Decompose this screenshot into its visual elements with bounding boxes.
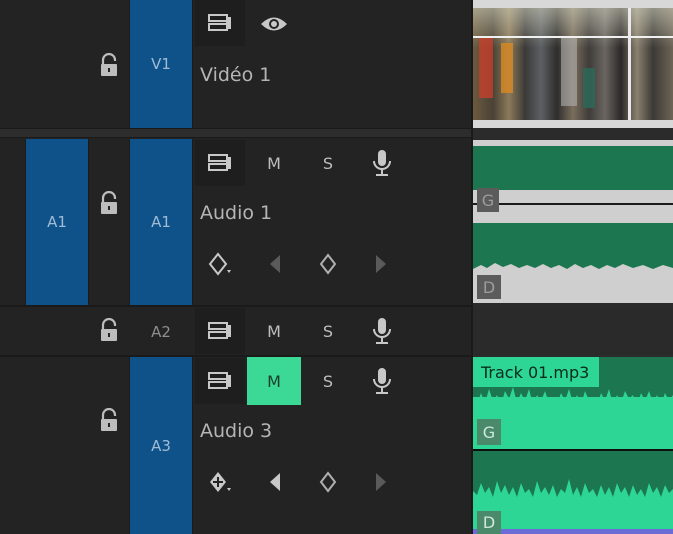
next-keyframe-icon — [374, 254, 388, 274]
waveform-peaks-a1-left — [473, 176, 673, 190]
channel-label-a1-left: G — [477, 188, 499, 212]
voiceover-button-a3[interactable] — [357, 361, 407, 401]
video-thumbnail — [473, 8, 673, 120]
sync-lock-button-a1[interactable] — [195, 140, 245, 186]
track-label-a2: A2 — [151, 322, 171, 341]
track-divider — [0, 305, 473, 307]
channel-label-a3-right: D — [477, 511, 501, 534]
add-keyframe-button-a1[interactable] — [314, 250, 342, 278]
solo-button-a2[interactable]: S — [303, 311, 353, 351]
next-keyframe-button-a1[interactable] — [368, 250, 394, 278]
solo-button-a1[interactable]: S — [303, 143, 353, 183]
sync-lock-button-v1[interactable] — [195, 0, 245, 46]
lock-icon-a2[interactable] — [98, 318, 120, 342]
mute-label: M — [267, 371, 281, 391]
solo-label: S — [322, 153, 334, 173]
video-clip-topline — [473, 36, 673, 38]
audio-clip-a3-bottom-edge — [473, 529, 673, 534]
channel-label-a1-right: D — [477, 275, 501, 299]
keyframe-add-dropdown-icon — [206, 469, 234, 497]
video-clip-v1[interactable] — [473, 0, 673, 128]
sync-lock-icon — [207, 13, 233, 33]
add-keyframe-icon — [319, 471, 337, 493]
waveform-peaks-a1-right — [473, 259, 673, 269]
track-divider — [0, 355, 473, 357]
waveform-peaks-a3-right — [473, 479, 673, 501]
next-keyframe-button-a3[interactable] — [368, 468, 394, 496]
clip-edit-point[interactable] — [628, 8, 631, 120]
sync-lock-icon — [207, 321, 233, 341]
voiceover-button-a2[interactable] — [357, 311, 407, 351]
previous-keyframe-icon — [268, 472, 282, 492]
mute-label: M — [267, 321, 281, 341]
audio-clip-a3-midline — [473, 449, 673, 451]
keyframe-mode-button-a1[interactable] — [202, 249, 238, 281]
mute-button-a1[interactable]: M — [249, 143, 299, 183]
audio-clip-a1-midline — [473, 203, 673, 205]
channel-label-a3-left: G — [477, 419, 501, 445]
track-name-a1: Audio 1 — [200, 202, 273, 224]
timeline-track-a2[interactable] — [473, 307, 673, 355]
track-target-a1[interactable]: A1 — [129, 139, 193, 305]
waveform-peaks-a3-left — [473, 387, 673, 413]
lock-icon-v1[interactable] — [98, 53, 120, 77]
waveform-a3-right — [473, 497, 673, 529]
source-label-a1: A1 — [47, 213, 67, 231]
microphone-icon — [372, 367, 392, 395]
eye-toggle-button-v1[interactable] — [249, 6, 299, 42]
track-label-v1: V1 — [151, 55, 171, 73]
lock-icon-a1[interactable] — [98, 191, 120, 215]
keyframe-mode-button-a3[interactable] — [202, 467, 238, 499]
solo-button-a3[interactable]: S — [303, 361, 353, 401]
lock-icon-a3[interactable] — [98, 408, 120, 432]
prev-keyframe-button-a1[interactable] — [262, 250, 288, 278]
track-target-a3[interactable]: A3 — [129, 357, 193, 534]
track-label-a1: A1 — [151, 213, 171, 231]
previous-keyframe-icon — [268, 254, 282, 274]
audio-clip-a1-left[interactable]: G — [473, 140, 673, 223]
add-keyframe-icon — [319, 253, 337, 275]
prev-keyframe-button-a3[interactable] — [262, 468, 288, 496]
solo-label: S — [322, 371, 334, 391]
sync-lock-button-a3[interactable] — [195, 358, 245, 404]
sync-lock-icon — [207, 371, 233, 391]
audio-clip-a1-right[interactable]: D — [473, 223, 673, 303]
mute-label: M — [267, 153, 281, 173]
track-name-v1: Vidéo 1 — [200, 64, 272, 86]
track-label-a3: A3 — [151, 436, 171, 455]
audio-clip-a3[interactable]: Track 01.mp3 G D — [473, 357, 673, 534]
keyframe-dropdown-icon — [206, 251, 234, 279]
track-name-a3: Audio 3 — [200, 420, 273, 442]
microphone-icon — [372, 149, 392, 177]
microphone-icon — [372, 317, 392, 345]
clip-title-a3: Track 01.mp3 — [473, 357, 599, 387]
solo-label: S — [322, 321, 334, 341]
waveform-a1-right — [473, 223, 673, 263]
add-keyframe-button-a3[interactable] — [314, 468, 342, 496]
mute-button-a3[interactable]: M — [247, 357, 301, 405]
track-target-a2[interactable]: A2 — [129, 307, 193, 356]
sync-lock-button-a2[interactable] — [195, 308, 245, 354]
next-keyframe-icon — [374, 472, 388, 492]
eye-icon — [260, 15, 288, 33]
mute-button-a2[interactable]: M — [249, 311, 299, 351]
track-target-v1[interactable]: V1 — [129, 0, 193, 128]
source-patch-a1[interactable]: A1 — [25, 139, 89, 305]
sync-lock-icon — [207, 153, 233, 173]
voiceover-button-a1[interactable] — [357, 143, 407, 183]
